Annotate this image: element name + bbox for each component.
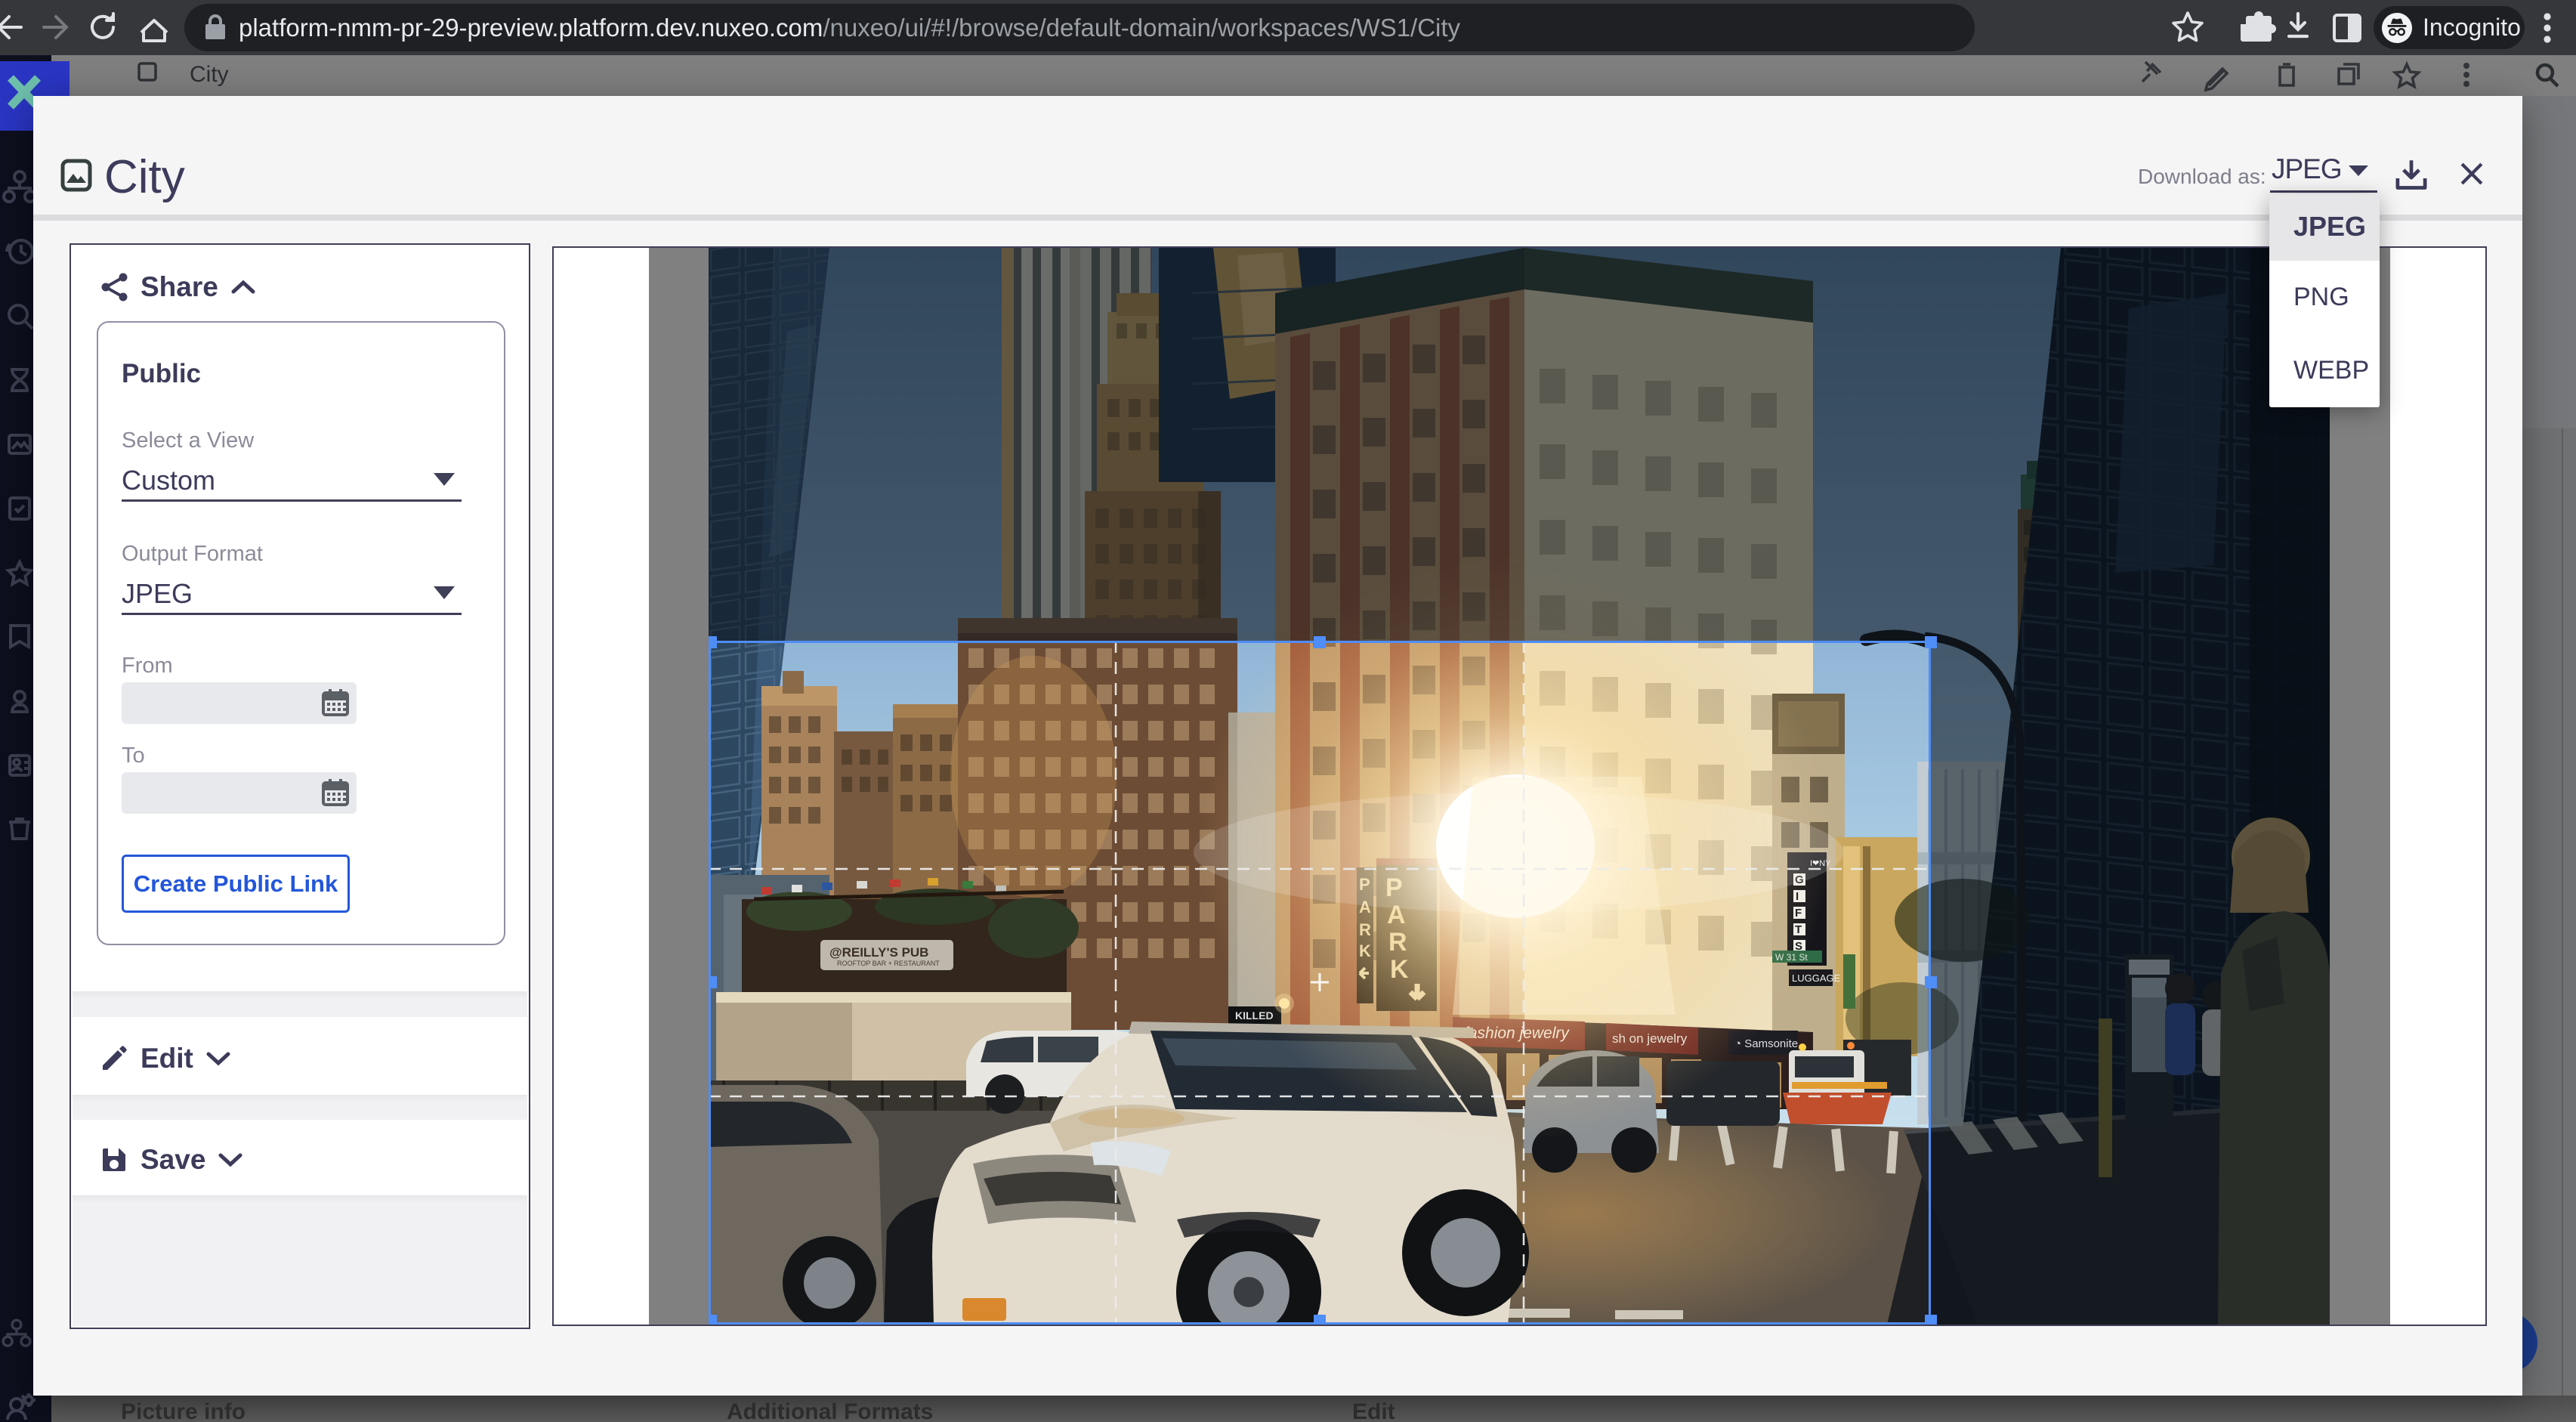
svg-text:City: City	[190, 62, 229, 87]
svg-text:ROOFTOP BAR + RESTAURANT: ROOFTOP BAR + RESTAURANT	[837, 960, 940, 967]
svg-text:@REILLY'S PUB: @REILLY'S PUB	[829, 945, 928, 960]
